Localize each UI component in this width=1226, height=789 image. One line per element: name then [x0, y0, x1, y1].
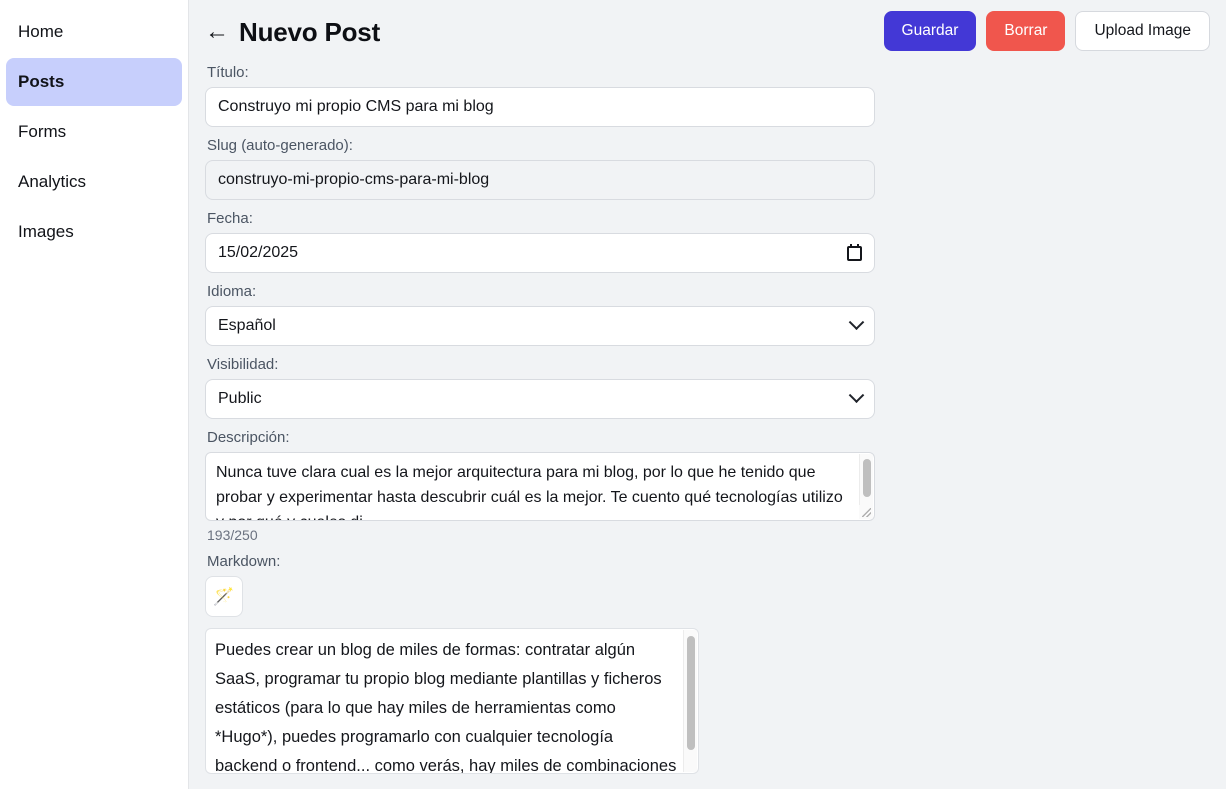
slug-input[interactable]: construyo-mi-propio-cms-para-mi-blog — [205, 160, 875, 200]
main-content: ← Nuevo Post Guardar Borrar Upload Image… — [189, 0, 1226, 789]
date-input-value: 15/02/2025 — [218, 244, 299, 261]
title-input-value: Construyo mi propio CMS para mi blog — [218, 98, 494, 115]
sidebar-item-analytics[interactable]: Analytics — [6, 158, 182, 206]
visibility-field-group: Visibilidad: Public — [205, 356, 1210, 419]
sidebar-item-posts[interactable]: Posts — [6, 58, 182, 106]
sidebar-item-label: Home — [18, 22, 64, 41]
chevron-down-icon — [848, 386, 865, 403]
header-actions: Guardar Borrar Upload Image — [883, 11, 1210, 51]
page-header: ← Nuevo Post Guardar Borrar Upload Image — [189, 0, 1226, 64]
delete-button[interactable]: Borrar — [986, 11, 1066, 51]
sidebar-item-label: Analytics — [18, 172, 87, 191]
visibility-select-value: Public — [218, 390, 262, 407]
markdown-field-group: Markdown: 🪄 Puedes crear un blog de mile… — [205, 553, 1210, 774]
sidebar-item-label: Forms — [18, 122, 67, 141]
title-field-group: Título: Construyo mi propio CMS para mi … — [205, 64, 1210, 127]
description-textarea[interactable]: Nunca tuve clara cual es la mejor arquit… — [205, 452, 875, 521]
app-root: Home Posts Forms Analytics Images ← Nuev… — [0, 0, 1226, 789]
visibility-label: Visibilidad: — [207, 356, 279, 373]
language-select-value: Español — [218, 317, 276, 334]
title-input[interactable]: Construyo mi propio CMS para mi blog — [205, 87, 875, 127]
post-form: Título: Construyo mi propio CMS para mi … — [189, 64, 1226, 774]
sidebar-item-home[interactable]: Home — [6, 8, 182, 56]
description-char-counter: 193/250 — [207, 527, 258, 543]
sidebar-item-label: Posts — [18, 72, 65, 91]
calendar-icon[interactable] — [847, 243, 862, 261]
description-textarea-value: Nunca tuve clara cual es la mejor arquit… — [216, 464, 843, 520]
date-input[interactable]: 15/02/2025 — [205, 233, 875, 273]
date-label: Fecha: — [207, 210, 253, 227]
date-field-group: Fecha: 15/02/2025 — [205, 210, 1210, 273]
slug-input-value: construyo-mi-propio-cms-para-mi-blog — [218, 171, 490, 188]
chevron-down-icon — [848, 313, 865, 330]
language-select[interactable]: Español — [205, 306, 875, 346]
markdown-scrollbar-thumb[interactable] — [687, 636, 695, 750]
sidebar-item-images[interactable]: Images — [6, 208, 182, 256]
slug-field-group: Slug (auto-generado): construyo-mi-propi… — [205, 137, 1210, 200]
arrow-left-icon[interactable]: ← — [205, 20, 229, 44]
visibility-select[interactable]: Public — [205, 379, 875, 419]
sidebar-item-label: Images — [18, 222, 74, 241]
markdown-textarea-value: Puedes crear un blog de miles de formas:… — [215, 641, 677, 774]
description-field-group: Descripción: Nunca tuve clara cual es la… — [205, 429, 1210, 543]
slug-label: Slug (auto-generado): — [207, 137, 353, 154]
save-button[interactable]: Guardar — [883, 11, 977, 51]
sidebar-item-forms[interactable]: Forms — [6, 108, 182, 156]
markdown-scrollbar[interactable] — [683, 630, 697, 772]
sidebar: Home Posts Forms Analytics Images — [0, 0, 189, 789]
title-label: Título: — [207, 64, 249, 81]
upload-image-button[interactable]: Upload Image — [1075, 11, 1210, 51]
description-scrollbar-thumb[interactable] — [863, 459, 871, 497]
description-label: Descripción: — [207, 429, 290, 446]
page-title: Nuevo Post — [239, 16, 381, 47]
language-label: Idioma: — [207, 283, 257, 300]
language-field-group: Idioma: Español — [205, 283, 1210, 346]
markdown-label: Markdown: — [207, 553, 281, 570]
description-resize-handle[interactable] — [859, 505, 873, 519]
magic-wand-icon[interactable]: 🪄 — [205, 576, 243, 617]
markdown-textarea[interactable]: Puedes crear un blog de miles de formas:… — [205, 628, 699, 774]
